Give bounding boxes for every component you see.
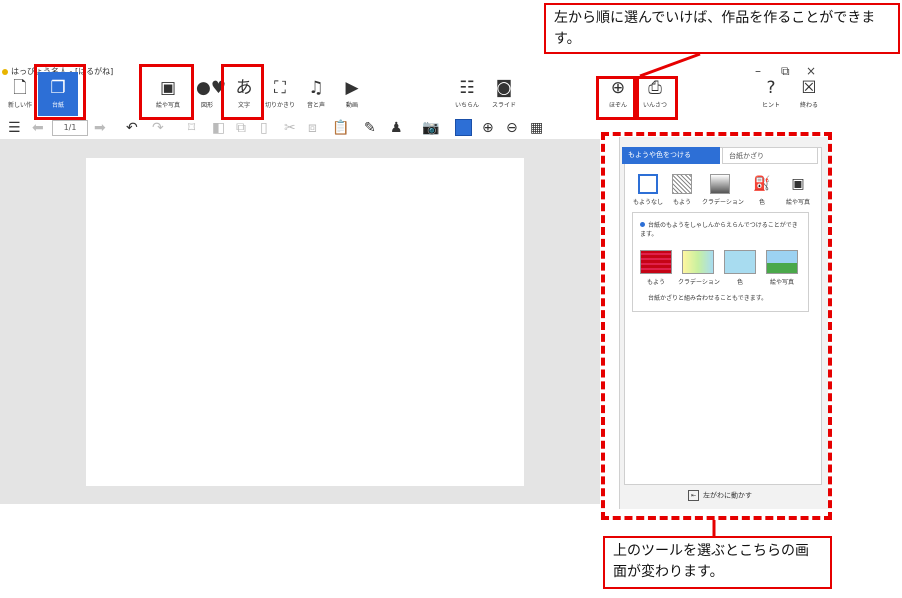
top-callout: 左から順に選んでいけば、作品を作ることができます。 bbox=[544, 3, 900, 54]
top-callout-line bbox=[639, 52, 701, 78]
bottom-callout: 上のツールを選ぶとこちらの画面が変わります。 bbox=[603, 536, 832, 589]
callout-lines bbox=[639, 52, 716, 536]
